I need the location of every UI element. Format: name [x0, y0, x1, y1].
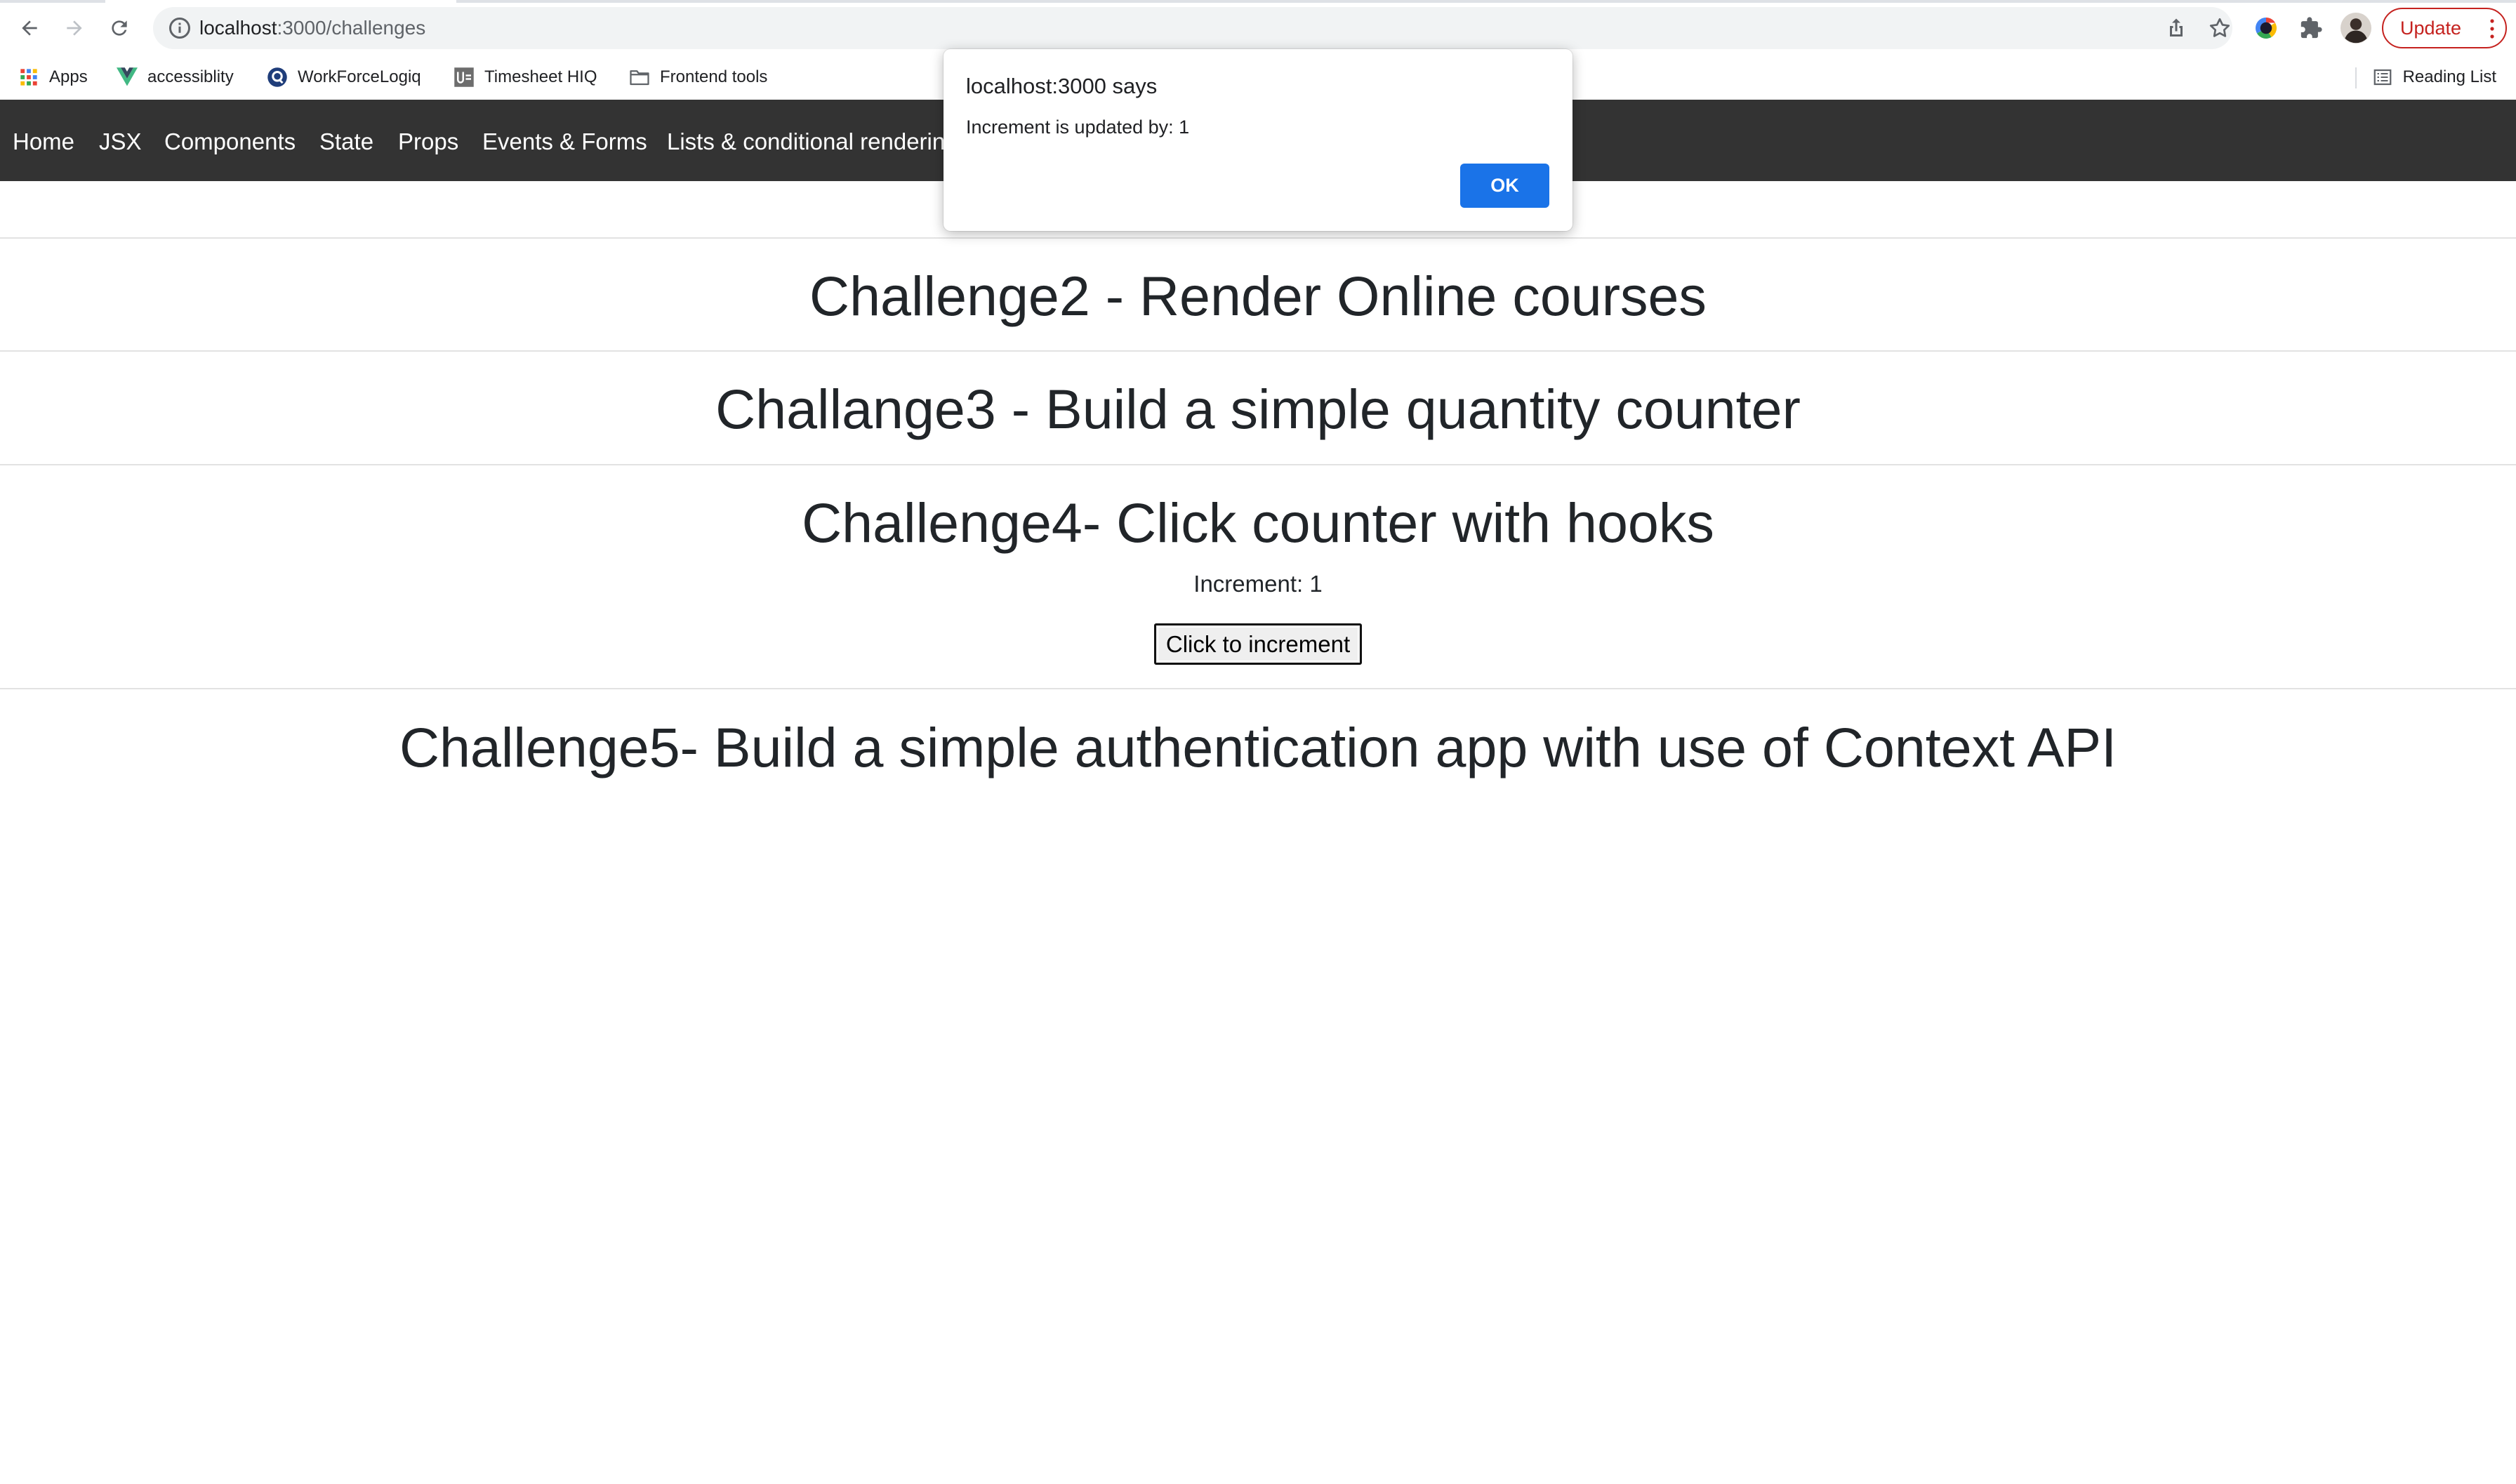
workforcelogiq-icon [267, 67, 288, 88]
dialog-title: localhost:3000 says [966, 74, 1158, 98]
extensions-button[interactable] [2296, 13, 2326, 44]
tab-strip [0, 0, 2516, 3]
share-icon[interactable] [2164, 15, 2189, 41]
bookmark-timesheet-hiq[interactable]: Timesheet HIQ [453, 63, 597, 91]
bookmark-apps[interactable]: Apps [18, 63, 88, 91]
vue-logo-icon [117, 67, 138, 88]
site-info-icon[interactable] [167, 15, 192, 41]
avatar [2340, 13, 2371, 44]
bookmark-workforcelogiq[interactable]: WorkForceLogiq [267, 63, 421, 91]
section-divider [0, 237, 2516, 239]
folder-icon [629, 67, 650, 88]
challenge3-title: Challange3 - Build a simple quantity cou… [715, 378, 1801, 440]
bookmark-label: Timesheet HIQ [484, 67, 597, 86]
back-button[interactable] [13, 11, 46, 45]
apps-grid-icon [18, 67, 39, 88]
bookmark-label: accessiblity [147, 67, 234, 86]
profile-button[interactable] [2340, 13, 2371, 44]
forward-arrow-icon [67, 20, 82, 36]
section-divider [0, 350, 2516, 352]
bookmark-label: Frontend tools [660, 67, 768, 86]
color-extension-icon[interactable] [2251, 13, 2282, 44]
update-button[interactable]: Update [2382, 8, 2507, 48]
section-divider [0, 688, 2516, 689]
address-bar[interactable]: localhost:3000/challenges [153, 7, 2232, 49]
reading-list-icon [2373, 69, 2391, 86]
update-label: Update [2400, 17, 2462, 39]
bookmarks-separator [2355, 67, 2357, 88]
forward-button[interactable] [58, 11, 91, 45]
bookmark-label: WorkForceLogiq [298, 67, 421, 86]
puzzle-piece-icon [2300, 17, 2322, 39]
reading-list-button[interactable]: Reading List [2355, 63, 2496, 91]
challenge5-title: Challenge5- Build a simple authenticatio… [399, 716, 2117, 779]
back-arrow-icon [22, 20, 37, 36]
nav-link-props[interactable]: Props [398, 128, 458, 156]
nav-link-home[interactable]: Home [13, 128, 74, 156]
reading-list-label: Reading List [2402, 67, 2496, 86]
bookmark-frontend-tools[interactable]: Frontend tools [629, 63, 767, 91]
alert-dialog: localhost:3000 says Increment is updated… [944, 49, 1572, 231]
timesheet-icon [453, 67, 475, 88]
bookmark-star-icon[interactable] [2207, 15, 2232, 41]
reload-icon [112, 20, 127, 36]
reload-button[interactable] [102, 11, 136, 45]
url-text[interactable]: localhost:3000/challenges [199, 17, 425, 39]
url-path: :3000/challenges [277, 17, 426, 39]
section-divider [0, 464, 2516, 465]
dialog-ok-button[interactable]: OK [1460, 164, 1549, 208]
nav-link-events-forms[interactable]: Events & Forms [482, 128, 647, 156]
bookmark-accessiblity[interactable]: accessiblity [117, 63, 234, 91]
active-tab-indicator [105, 0, 456, 3]
dialog-message: Increment is updated by: 1 [966, 117, 1190, 138]
nav-link-lists-conditional[interactable]: Lists & conditional renderin [667, 128, 945, 156]
nav-link-components[interactable]: Components [164, 128, 296, 156]
challenge4-title: Challenge4- Click counter with hooks [802, 491, 1714, 554]
challenge2-title: Challenge2 - Render Online courses [809, 265, 1707, 327]
nav-link-jsx[interactable]: JSX [99, 128, 142, 156]
click-to-increment-button[interactable]: Click to increment [1154, 623, 1362, 665]
more-menu-icon[interactable] [2490, 19, 2494, 39]
nav-link-state[interactable]: State [319, 128, 373, 156]
color-picker-icon [2256, 18, 2277, 39]
url-host: localhost [199, 17, 277, 39]
browser-toolbar: localhost:3000/challenges Update [0, 0, 2516, 56]
bookmark-label: Apps [49, 67, 88, 86]
increment-count-text: Increment: 1 [1193, 571, 1323, 597]
